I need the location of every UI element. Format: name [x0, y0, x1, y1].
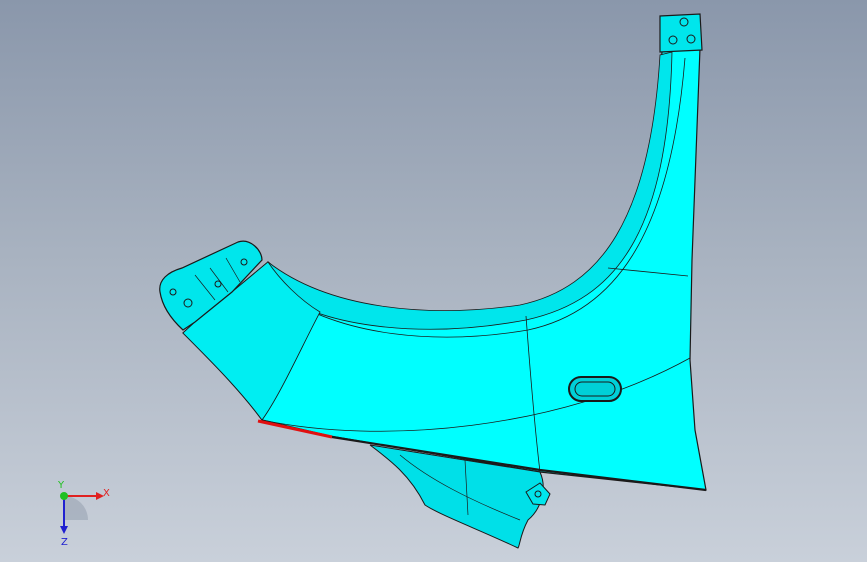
x-axis-label: X	[103, 488, 110, 499]
z-arrow-icon	[60, 526, 68, 534]
y-axis-label: Y	[57, 480, 65, 491]
z-axis-label: Z	[61, 537, 68, 548]
oval-slot[interactable]	[568, 376, 622, 402]
fender-model[interactable]	[0, 0, 867, 562]
y-axis-icon	[60, 492, 68, 500]
triad-shadow	[64, 496, 88, 520]
axis-triad: X Y Z	[57, 480, 110, 548]
3d-viewport[interactable]: X Y Z	[0, 0, 867, 562]
